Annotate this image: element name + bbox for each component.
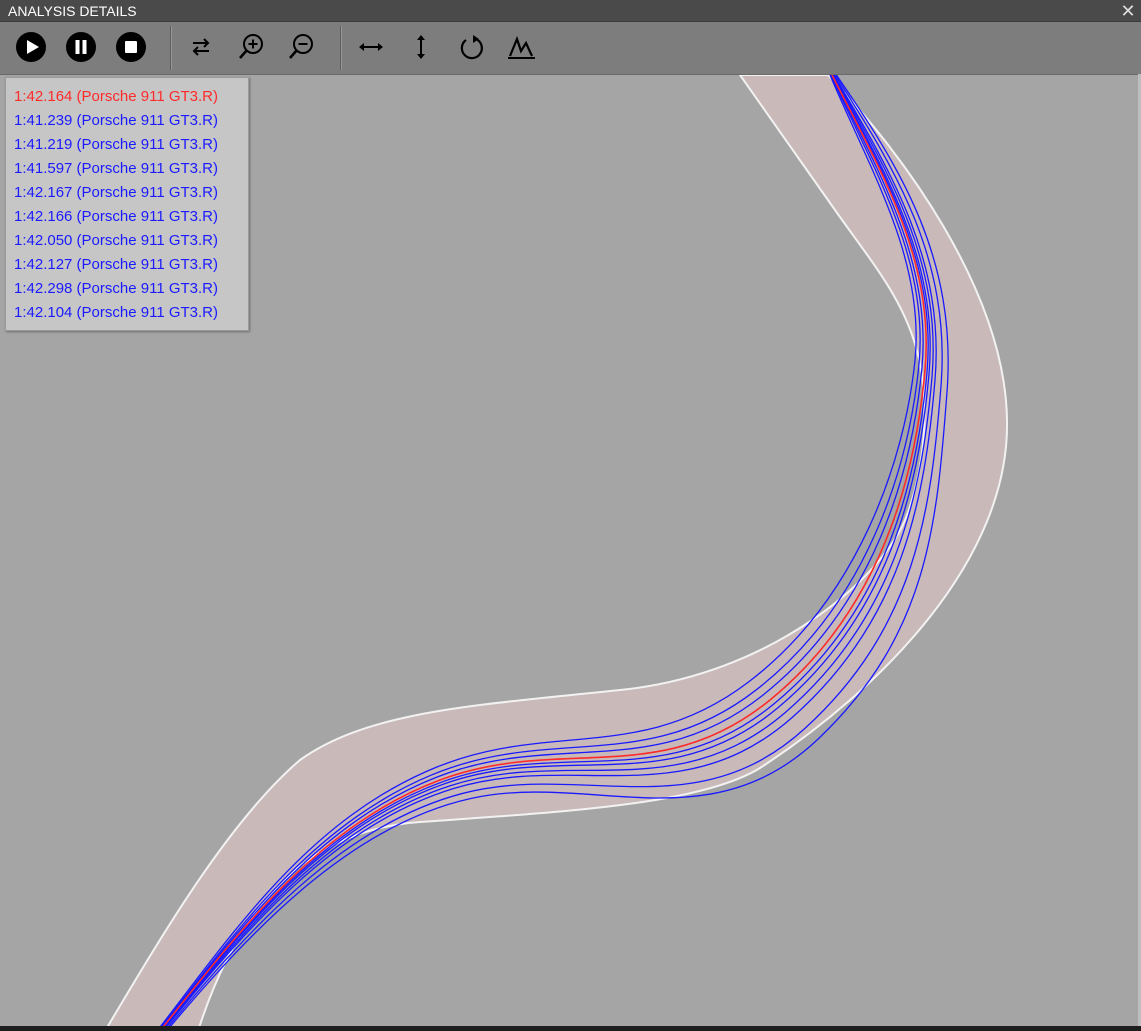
lap-legend-item-reference[interactable]: 1:42.164 (Porsche 911 GT3.R) — [6, 85, 248, 109]
zoom-in-icon — [239, 34, 263, 59]
racing-line — [161, 74, 934, 1031]
zoom-out-icon — [289, 34, 313, 59]
play-icon — [16, 32, 46, 62]
close-icon[interactable]: ✕ — [1119, 0, 1137, 22]
lap-legend-item[interactable]: 1:42.166 (Porsche 911 GT3.R) — [6, 205, 248, 229]
swap-arrows-icon — [192, 38, 210, 56]
lap-legend-item[interactable]: 1:42.167 (Porsche 911 GT3.R) — [6, 181, 248, 205]
lap-legend: 1:42.164 (Porsche 911 GT3.R) 1:41.239 (P… — [5, 77, 249, 331]
swap-direction-button[interactable] — [184, 30, 218, 64]
toolbar-separator — [170, 26, 172, 70]
stop-icon — [116, 32, 146, 62]
racing-lines — [156, 74, 949, 1031]
horizontal-arrows-icon — [359, 43, 383, 51]
stop-button[interactable] — [114, 30, 148, 64]
graph-button[interactable] — [504, 30, 538, 64]
lap-legend-item[interactable]: 1:42.050 (Porsche 911 GT3.R) — [6, 229, 248, 253]
rotate-icon — [460, 35, 483, 60]
lap-legend-item[interactable]: 1:41.597 (Porsche 911 GT3.R) — [6, 157, 248, 181]
lap-legend-item[interactable]: 1:41.239 (Porsche 911 GT3.R) — [6, 109, 248, 133]
lap-legend-item[interactable]: 1:42.127 (Porsche 911 GT3.R) — [6, 253, 248, 277]
lap-legend-item[interactable]: 1:42.104 (Porsche 911 GT3.R) — [6, 301, 248, 325]
title-bar: ANALYSIS DETAILS ✕ — [0, 0, 1141, 22]
fit-vertical-button[interactable] — [404, 30, 438, 64]
zoom-out-button[interactable] — [284, 30, 318, 64]
toolbar — [0, 22, 1141, 75]
zoom-in-button[interactable] — [234, 30, 268, 64]
window-title: ANALYSIS DETAILS — [8, 3, 137, 19]
rotate-button[interactable] — [454, 30, 488, 64]
fit-horizontal-button[interactable] — [354, 30, 388, 64]
vertical-arrows-icon — [417, 35, 425, 59]
graph-icon — [508, 35, 535, 59]
pause-icon — [66, 32, 96, 62]
toolbar-separator — [340, 26, 342, 70]
analysis-details-window: ANALYSIS DETAILS ✕ 1:42.164 (Porsche 911… — [0, 0, 1141, 1031]
lap-legend-item[interactable]: 1:41.219 (Porsche 911 GT3.R) — [6, 133, 248, 157]
lap-legend-item[interactable]: 1:42.298 (Porsche 911 GT3.R) — [6, 277, 248, 301]
play-button[interactable] — [14, 30, 48, 64]
timeline-strip — [0, 1026, 1141, 1031]
pause-button[interactable] — [64, 30, 98, 64]
